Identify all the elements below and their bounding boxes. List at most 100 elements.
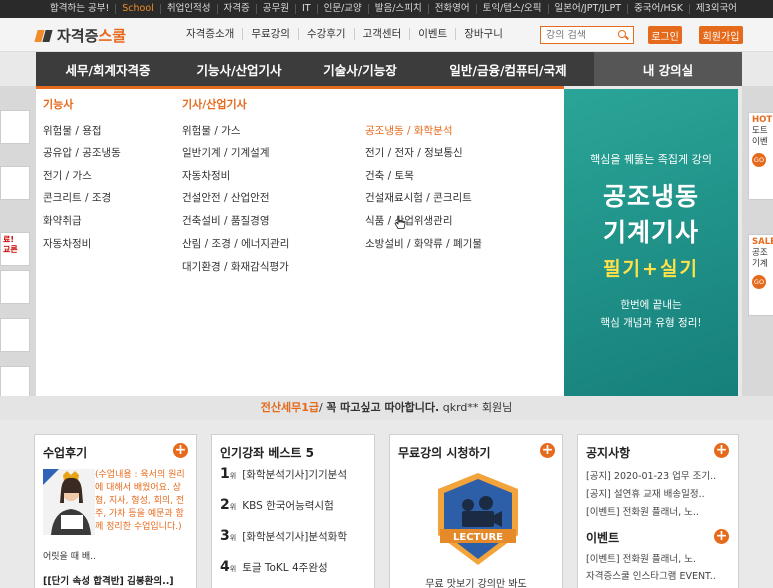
topbar-item[interactable]: 일본어/JPT/JLPT [549,4,629,14]
lecture-badge-label: LECTURE [453,532,503,543]
gnav-item[interactable]: 수강후기 [299,28,355,40]
menu-item[interactable]: 건설안전 / 산업안전 [182,190,270,205]
lecture-badge-icon[interactable]: LECTURE [432,471,524,567]
menu-item-hovered[interactable]: 공조냉동 / 화학분석 [365,123,453,138]
right-hot-line1: 도트 [752,126,768,136]
topbar-item[interactable]: IT [296,4,318,14]
menu-item[interactable]: 건축설비 / 품질경영 [182,213,270,228]
global-nav: 자격증소개 무료강의 수강후기 고객센터 이벤트 장바구니 [178,28,511,40]
review-snippet[interactable]: 어릿을 때 배.. [43,549,96,562]
nav-tax-accounting[interactable]: 세무/회계자격증 [36,60,180,79]
nav-engineer-master[interactable]: 기술사/기능장 [298,60,422,79]
search-box [540,26,634,44]
notice-item[interactable]: [공지] 설연휴 교재 배송일정.. [586,486,705,500]
menu-col1-title: 기능사 [43,98,74,111]
gnav-item[interactable]: 고객센터 [355,28,411,40]
gnav-item[interactable]: 이벤트 [410,28,457,40]
review-more-plus-icon[interactable]: + [173,443,188,458]
login-button[interactable]: 로그인 [648,26,682,44]
topbar-item[interactable]: 중국어/HSK [628,4,690,14]
gnav-item[interactable]: 자격증소개 [178,28,244,40]
free-lecture-plus-icon[interactable]: + [540,443,555,458]
menu-item[interactable]: 건축 / 토목 [365,168,414,183]
right-hot-banner[interactable]: HOT 도트 이벤 GO [748,112,773,200]
review-ticker[interactable]: 전산세무1급/ 꼭 따고싶고 따아합니다. qkrd** 회원님 [0,396,773,420]
ticker-user: qkrd** 회원님 [442,401,513,414]
menu-item[interactable]: 공유압 / 공조냉동 [43,145,121,160]
topbar-item[interactable]: 공무원 [257,4,296,14]
nav-craftsman-industrial[interactable]: 기능사/산업기사 [180,60,298,79]
menu-item[interactable]: 전기 / 전자 / 정보통신 [365,145,463,160]
event-plus-icon[interactable]: + [714,529,729,544]
topbar-item[interactable]: 제3외국어 [690,4,743,14]
gnav-item[interactable]: 무료강의 [243,28,299,40]
search-icon[interactable] [617,29,629,41]
right-sale-line2: 기계 [752,259,768,269]
menu-item[interactable]: 화약취급 [43,213,82,228]
review-title: 수업후기 [43,446,88,460]
best5-rank: 4 [220,559,230,575]
left-banner[interactable]: 료! 교른 [0,232,30,266]
menu-item[interactable]: 콘크리트 / 조경 [43,190,111,205]
gnav-item[interactable]: 장바구니 [456,28,511,40]
join-button[interactable]: 회원가입 [699,26,743,44]
notice-plus-icon[interactable]: + [714,443,729,458]
site-logo[interactable]: 자격증 스쿨 [36,25,126,46]
notice-item[interactable]: [이벤트] 전화원 플래너, 노.. [586,504,699,518]
menu-item[interactable]: 식품 / 산업위생관리 [365,213,453,228]
headset-icon[interactable] [0,318,30,352]
best5-row[interactable]: 2위 KBS 한국어능력시험 [220,497,334,513]
search-input[interactable] [541,29,617,41]
site-header: 자격증스쿨 자격증소개 무료강의 수강후기 고객센터 이벤트 장바구니 로그인 … [0,18,773,52]
promo-line2: 공조냉동 [602,182,699,211]
nav-general-finance[interactable]: 일반/금융/컴퓨터/국제 [422,60,594,79]
menu-item[interactable]: 건설재료시험 / 콘크리트 [365,190,472,205]
right-sale-go-button[interactable]: GO [752,275,766,289]
promo-line4: 필기+실기 [603,258,699,280]
right-sale-banner[interactable]: SALE 공조 기계 GO [748,234,773,316]
menu-item[interactable]: 위험물 / 가스 [182,123,241,138]
menu-item[interactable]: 일반기계 / 기계설계 [182,145,270,160]
event-item[interactable]: [이벤트] 전화원 플래너, 노. [586,551,696,565]
menu-item[interactable]: 대기환경 / 화재감식평가 [182,259,289,274]
best5-rank: 1 [220,466,230,482]
menu-item[interactable]: 소방설비 / 화약류 / 폐기물 [365,236,482,251]
top-family-bar: 합격하는 공부! School 취업인적성 자격증 공무원 IT 인문/교양 발… [0,0,773,18]
best5-rank-suffix: 위 [229,503,237,511]
notice-item[interactable]: [공지] 2020-01-23 업무 조기.. [586,468,716,482]
reviewer-photo [43,469,95,535]
grid-icon[interactable] [0,166,30,200]
topbar-school[interactable]: School [116,4,161,14]
topbar-item[interactable]: 발음/스피치 [369,4,429,14]
review-link[interactable]: [[단기 속성 합격반] 김봉환의..] [43,573,174,587]
topbar-item[interactable]: 전화영어 [429,4,477,14]
nav-my-classroom[interactable]: 내 강의실 [594,52,742,86]
menu-item[interactable]: 산림 / 조경 / 에너지관리 [182,236,289,251]
topbar-item[interactable]: 취업인적성 [161,4,218,14]
menu-item[interactable]: 자동차정비 [43,236,91,251]
right-hot-go-button[interactable]: GO [752,153,766,167]
best5-row[interactable]: 1위 [화학분석기사]기기분석 [220,466,347,482]
chat-icon[interactable] [0,110,30,144]
best5-rank: 3 [220,528,230,544]
free-lecture-title: 무료강의 시청하기 [398,446,491,460]
promo-banner[interactable]: 핵심을 꿰뚫는 족집게 강의 공조냉동 기계기사 필기+실기 한번에 끝내는 핵… [564,89,738,396]
free-lecture-caption: 무료 맛보기 강의만 봐도 [425,579,527,588]
best5-row[interactable]: 3위 [화학분석기사]분석화학 [220,528,347,544]
best5-rank: 2 [220,497,230,513]
event-item[interactable]: 자격증스쿨 인스타그램 EVENT.. [586,568,716,582]
menu-item[interactable]: 자동차정비 [182,168,230,183]
menu-item[interactable]: 전기 / 가스 [43,168,92,183]
menu-item[interactable]: 위험물 / 용접 [43,123,102,138]
promo-line6: 핵심 개념과 유형 정리! [600,317,702,329]
topbar-item[interactable]: 토익/텝스/오픽 [477,4,549,14]
best5-row[interactable]: 4위 토글 ToKL 4주완성 [220,559,328,575]
topbar-item[interactable]: 인문/교양 [318,4,369,14]
mega-menu-dropdown: 기능사 위험물 / 용접 공유압 / 공조냉동 전기 / 가스 콘크리트 / 조… [36,86,564,396]
people-icon[interactable] [0,270,30,304]
notice-title: 공지사항 [586,446,631,460]
topbar-item[interactable]: 자격증 [218,4,257,14]
document-icon[interactable] [0,366,30,400]
left-banner-line1: 료! [3,235,15,244]
best5-rank-suffix: 위 [229,534,237,542]
